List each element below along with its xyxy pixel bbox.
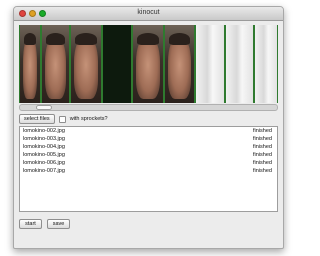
film-frame [19, 25, 41, 103]
film-frame [41, 25, 70, 103]
list-item[interactable]: lomokino-005.jpg finished [20, 151, 277, 159]
list-item[interactable]: lomokino-004.jpg finished [20, 143, 277, 151]
file-list[interactable]: lomokino-002.jpg finished lomokino-003.jp… [19, 126, 278, 212]
file-status: finished [253, 160, 272, 166]
film-frame [132, 25, 164, 103]
save-button[interactable]: save [47, 219, 70, 229]
file-status: finished [253, 128, 272, 134]
file-name: lomokino-005.jpg [23, 152, 65, 158]
film-frame [164, 25, 195, 103]
filmstrip-preview [19, 25, 278, 103]
file-toolbar: select files with sprockets? [19, 114, 108, 124]
scrollbar-thumb[interactable] [36, 105, 52, 110]
film-frame [195, 25, 225, 103]
file-name: lomokino-004.jpg [23, 144, 65, 150]
title-bar: kinocut [14, 7, 283, 21]
select-files-button[interactable]: select files [19, 114, 55, 124]
film-frame [254, 25, 278, 103]
file-status: finished [253, 136, 272, 142]
file-name: lomokino-006.jpg [23, 160, 65, 166]
app-window: kinocut select files with sprockets? lom… [13, 6, 284, 249]
list-item[interactable]: lomokino-007.jpg finished [20, 167, 277, 175]
list-item[interactable]: lomokino-002.jpg finished [20, 127, 277, 135]
file-status: finished [253, 152, 272, 158]
start-button[interactable]: start [19, 219, 42, 229]
list-item[interactable]: lomokino-006.jpg finished [20, 159, 277, 167]
list-item[interactable]: lomokino-003.jpg finished [20, 135, 277, 143]
film-frame [225, 25, 254, 103]
filmstrip-scrollbar[interactable] [19, 104, 278, 111]
action-bar: start save [19, 219, 70, 229]
file-status: finished [253, 168, 272, 174]
sprockets-label: with sprockets? [69, 116, 108, 122]
film-frame [70, 25, 102, 103]
window-title: kinocut [137, 9, 160, 16]
file-name: lomokino-002.jpg [23, 128, 65, 134]
file-name: lomokino-003.jpg [23, 136, 65, 142]
film-frame [102, 25, 132, 103]
file-status: finished [253, 144, 272, 150]
file-name: lomokino-007.jpg [23, 168, 65, 174]
sprockets-checkbox[interactable] [58, 115, 66, 123]
